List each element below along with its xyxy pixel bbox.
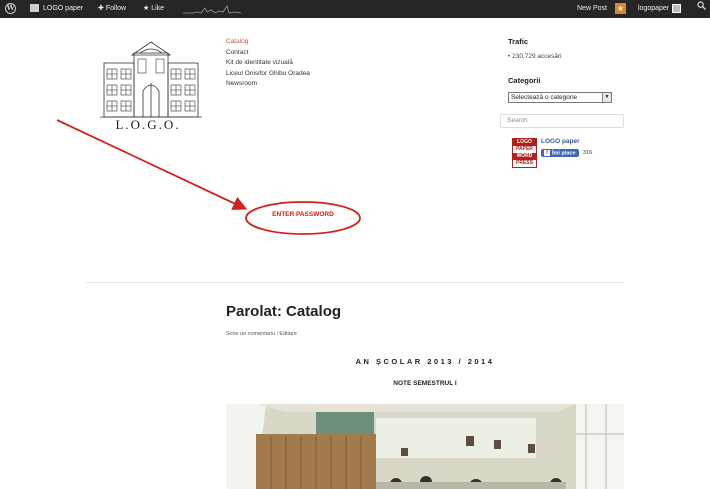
facebook-like-label: Îmi place (552, 150, 576, 157)
wordpress-logo-icon[interactable]: W (5, 0, 19, 18)
like-button[interactable]: ★ Like (143, 0, 164, 18)
meta-separator: | (276, 331, 278, 337)
star-icon: ★ (143, 5, 150, 12)
nav-item-newsroom[interactable]: Newsroom (226, 79, 310, 90)
badge-line: LOGO (513, 139, 536, 146)
edit-link[interactable]: Editare (279, 331, 296, 337)
search-icon[interactable] (697, 0, 706, 18)
like-label: Like (151, 5, 165, 12)
facebook-icon: f (544, 150, 550, 156)
facebook-like-button[interactable]: f Îmi place (541, 149, 579, 158)
category-select[interactable]: Selectează o categorie ▼ (508, 92, 612, 103)
nav-item-liceul[interactable]: Liceul Onisifor Ghibu Oradea (226, 69, 310, 80)
enter-password-annotation: ENTER PASSWORD (272, 211, 334, 218)
site-icon (30, 4, 39, 13)
facebook-like-count: 316 (583, 150, 593, 156)
category-select-value: Selectează o categorie (511, 94, 578, 101)
username: logopaper (638, 5, 670, 12)
classroom-photo (226, 404, 624, 489)
search-input[interactable]: Search (500, 114, 624, 128)
nav-item-catalog[interactable]: Catalog (226, 37, 310, 48)
trafic-stat: • 230,729 accesări (508, 53, 562, 60)
trafic-stat-value: 230,729 accesări (512, 53, 562, 60)
facebook-page-link[interactable]: LOGO paper (541, 138, 580, 145)
site-name-link[interactable]: LOGO paper (30, 0, 83, 18)
follow-icon: ✚ (98, 5, 104, 12)
primary-nav: Catalog Contact Kit de identitate vizual… (226, 37, 310, 90)
badge-line: PAPER (516, 146, 533, 152)
admin-bar: W LOGO paper ✚ Follow ★ Like New Post ★ … (0, 0, 710, 18)
site-logo-text[interactable]: L.O.G.O. (102, 117, 194, 133)
comment-link[interactable]: Scrie un comentariu (226, 331, 275, 337)
site-name: LOGO paper (43, 5, 84, 12)
post-title[interactable]: Parolat: Catalog (226, 303, 341, 320)
semester-heading: NOTE SEMESTRUL I (393, 380, 457, 387)
follow-label: Follow (105, 5, 127, 12)
chevron-down-icon: ▼ (602, 93, 611, 102)
badge-line: WORD (513, 153, 536, 160)
avatar (672, 3, 682, 13)
stats-sparkline[interactable] (183, 4, 242, 16)
facebook-like-box: LOGO PAPER WORD PRESS LOGO paper f Îmi pl… (512, 138, 626, 170)
content-divider (86, 282, 624, 283)
nav-item-kit-identitate[interactable]: Kit de identitate vizuală (226, 58, 310, 69)
logo-paper-badge[interactable]: LOGO PAPER WORD PRESS (512, 138, 537, 168)
user-menu[interactable]: logopaper (638, 0, 682, 18)
nav-item-contact[interactable]: Contact (226, 48, 310, 59)
badge-line: PRESS (516, 160, 533, 166)
post-meta: Scrie un comentariu | Editare (226, 331, 297, 337)
annotation-ellipse (245, 201, 361, 235)
notifications-button[interactable]: ★ (615, 0, 626, 18)
notifications-icon: ★ (615, 2, 626, 14)
categorii-widget-title: Categorii (508, 76, 541, 85)
sidebar: Trafic • 230,729 accesări Categorii Sele… (500, 37, 626, 170)
school-year-heading: AN ȘCOLAR 2013 / 2014 (355, 357, 495, 366)
new-post-link[interactable]: New Post (577, 0, 607, 18)
trafic-widget-title: Trafic (508, 37, 529, 46)
follow-button[interactable]: ✚ Follow (98, 0, 126, 18)
